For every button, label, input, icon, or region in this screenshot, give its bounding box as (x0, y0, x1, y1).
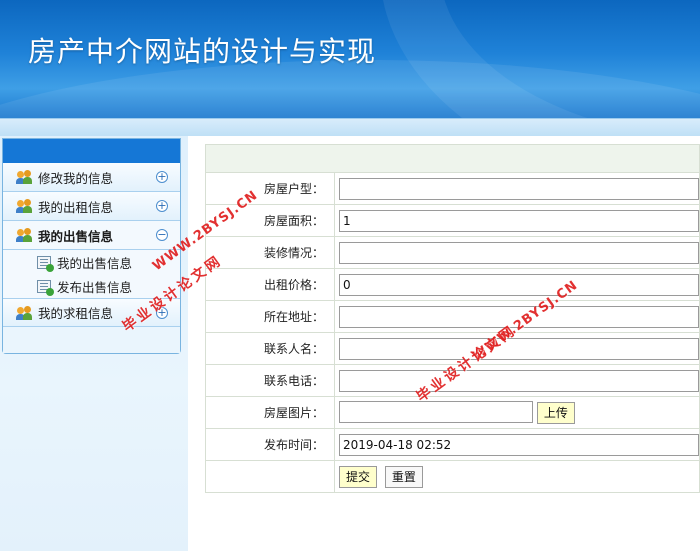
sale-info-form: 房屋户型： 房屋面积： 装修情况： 出租价格： 所在地址： 联系人名： 联系电话… (205, 144, 700, 494)
form-row-publish-time: 发布时间： (205, 428, 700, 461)
form-row-price: 出租价格： (205, 268, 700, 301)
upload-button[interactable]: 上传 (536, 401, 575, 424)
form-row-photo: 房屋图片： 上传 (205, 396, 700, 429)
price-input[interactable] (339, 273, 699, 296)
field-label: 联系人名： (205, 332, 335, 365)
photo-path-input[interactable] (339, 401, 533, 424)
empty-cell (205, 460, 335, 493)
form-table: 房屋户型： 房屋面积： 装修情况： 出租价格： 所在地址： 联系人名： 联系电话… (205, 172, 700, 493)
sidebar-item-label: 修改我的信息 (38, 170, 114, 186)
sidebar-subitem-label: 发布出售信息 (57, 279, 133, 295)
form-row-actions: 提交 重置 (205, 460, 700, 493)
users-icon (16, 199, 32, 213)
sidebar-item-my-sales[interactable]: 我的出售信息 − (3, 221, 180, 250)
contact-phone-input[interactable] (339, 369, 699, 392)
field-label: 出租价格： (205, 268, 335, 301)
form-row-decoration: 装修情况： (205, 236, 700, 269)
submit-button[interactable]: 提交 (339, 465, 378, 488)
field-label: 发布时间： (205, 428, 335, 461)
expand-icon[interactable]: + (156, 200, 168, 212)
users-icon (16, 305, 32, 320)
reset-button[interactable]: 重置 (384, 465, 423, 488)
site-header: 房产中介网站的设计与实现 (0, 0, 700, 118)
users-icon (16, 170, 32, 184)
sidebar-item-label: 我的出租信息 (38, 199, 114, 215)
field-label: 所在地址： (205, 300, 335, 333)
form-header-bar (205, 144, 700, 172)
sidebar-item-label: 我的求租信息 (38, 306, 114, 321)
field-label: 房屋图片： (205, 396, 335, 429)
sidebar-item-edit-my-info[interactable]: 修改我的信息 + (3, 163, 180, 192)
form-row-address: 所在地址： (205, 300, 700, 333)
area-input[interactable] (339, 209, 699, 232)
decoration-input[interactable] (339, 241, 699, 264)
document-add-icon (37, 279, 54, 296)
publish-time-input[interactable] (339, 433, 699, 456)
header-bottom-strip (0, 118, 700, 136)
sidebar-subitem-label: 我的出售信息 (57, 255, 133, 271)
document-add-icon (37, 255, 54, 272)
collapse-icon[interactable]: − (156, 229, 168, 241)
site-title: 房产中介网站的设计与实现 (28, 35, 377, 68)
house-type-input[interactable] (339, 177, 699, 200)
sidebar-item-label: 我的出售信息 (38, 228, 114, 244)
field-label: 房屋户型： (205, 172, 335, 205)
sidebar-menu: 修改我的信息 + 我的出租信息 + 我的出售信息 − 我的出售信息 发布出售信息… (2, 138, 181, 354)
sidebar-item-my-rentals[interactable]: 我的出租信息 + (3, 192, 180, 221)
expand-icon[interactable]: + (156, 171, 168, 183)
sidebar-menu-footer (3, 327, 180, 353)
field-label: 联系电话： (205, 364, 335, 397)
form-row-area: 房屋面积： (205, 204, 700, 237)
sidebar-menu-header (3, 139, 180, 163)
form-row-house-type: 房屋户型： (205, 172, 700, 205)
users-icon (16, 228, 32, 242)
contact-name-input[interactable] (339, 337, 699, 360)
